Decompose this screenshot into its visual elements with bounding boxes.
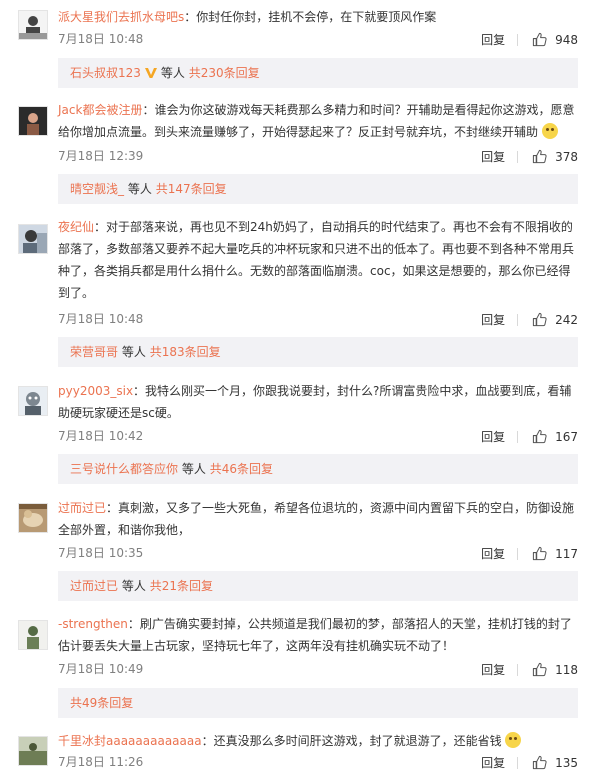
emoji-icon bbox=[505, 732, 522, 748]
comment-timestamp: 7月18日 10:35 bbox=[58, 546, 144, 560]
thumbs-up-icon bbox=[532, 546, 547, 561]
comment-text: ：你封任你封，挂机不会停，在下就要顶风作案 bbox=[184, 10, 437, 24]
reply-button[interactable]: 回复 bbox=[481, 31, 505, 48]
comment-username[interactable]: 夜纪仙 bbox=[58, 220, 94, 234]
reply-summary-total[interactable]: 共49条回复 bbox=[70, 696, 133, 710]
comment-actions: 回复 135 bbox=[481, 754, 578, 771]
comment-timestamp: 7月18日 10:48 bbox=[58, 312, 144, 326]
like-count: 378 bbox=[555, 149, 578, 164]
comment-body: 夜纪仙：对于部落来说，再也见不到24h奶妈了，自动捐兵的时代结束了。再也不会有不… bbox=[58, 216, 578, 304]
reply-summary[interactable]: 过而过已 等人 共21条回复 bbox=[58, 571, 578, 601]
comment-username[interactable]: pyy2003_six bbox=[58, 384, 133, 398]
reply-button[interactable]: 回复 bbox=[481, 661, 505, 678]
reply-summary-total[interactable]: 共183条回复 bbox=[150, 345, 221, 359]
comment-actions: 回复 167 bbox=[481, 428, 578, 445]
like-count: 117 bbox=[555, 546, 578, 561]
divider bbox=[517, 313, 519, 326]
reply-button[interactable]: 回复 bbox=[481, 148, 505, 165]
comment-body: 派大星我们去抓水母吧s：你封任你封，挂机不会停，在下就要顶风作案 bbox=[58, 6, 578, 28]
avatar[interactable] bbox=[18, 736, 48, 766]
thumbs-up-icon bbox=[532, 32, 547, 47]
like-button[interactable]: 117 bbox=[532, 546, 578, 561]
verified-badge-icon bbox=[144, 68, 157, 78]
reply-button[interactable]: 回复 bbox=[481, 311, 505, 328]
like-button[interactable]: 242 bbox=[532, 312, 578, 327]
reply-summary-total[interactable]: 共230条回复 bbox=[189, 66, 260, 80]
reply-summary-total[interactable]: 共46条回复 bbox=[210, 462, 273, 476]
reply-summary-mid: 等人 bbox=[121, 345, 146, 359]
comment-body: 千里冰封aaaaaaaaaaaaa：还真没那么多时间肝这游戏，封了就退游了，还能… bbox=[58, 730, 578, 752]
comment-username[interactable]: 派大星我们去抓水母吧s bbox=[58, 10, 184, 24]
divider bbox=[517, 663, 519, 676]
divider bbox=[517, 547, 519, 560]
comment-actions: 回复 242 bbox=[481, 311, 578, 328]
reply-summary[interactable]: 三号说什么都答应你 等人 共46条回复 bbox=[58, 454, 578, 484]
comment-text: ：还真没那么多时间肝这游戏，封了就退游了，还能省钱 bbox=[201, 734, 502, 748]
emoji-icon bbox=[541, 123, 558, 139]
comment-body: pyy2003_six：我特么刚买一个月，你跟我说要封，封什么?所谓富贵险中求，… bbox=[58, 380, 578, 424]
reply-summary[interactable]: 共49条回复 bbox=[58, 688, 578, 718]
reply-summary-mid: 等人 bbox=[127, 182, 152, 196]
like-button[interactable]: 948 bbox=[532, 32, 578, 47]
reply-summary-user[interactable]: 过而过已 bbox=[70, 579, 118, 593]
avatar[interactable] bbox=[18, 224, 48, 254]
reply-summary-user[interactable]: 石头叔叔123 bbox=[70, 66, 141, 80]
reply-summary-user[interactable]: 晴空靓浅_ bbox=[70, 182, 124, 196]
comment-timestamp: 7月18日 10:48 bbox=[58, 32, 144, 46]
comment-text: ：对于部落来说，再也见不到24h奶妈了，自动捐兵的时代结束了。再也不会有不限捐收… bbox=[58, 220, 575, 300]
avatar[interactable] bbox=[18, 503, 48, 533]
divider bbox=[517, 756, 519, 769]
reply-summary-total[interactable]: 共21条回复 bbox=[150, 579, 213, 593]
comment-username[interactable]: 过而过已 bbox=[58, 501, 106, 515]
comment-actions: 回复 118 bbox=[481, 661, 578, 678]
comment-username[interactable]: 千里冰封aaaaaaaaaaaaa bbox=[58, 734, 202, 748]
like-count: 948 bbox=[555, 32, 578, 47]
reply-button[interactable]: 回复 bbox=[481, 428, 505, 445]
avatar[interactable] bbox=[18, 386, 48, 416]
reply-button[interactable]: 回复 bbox=[481, 754, 505, 771]
like-count: 135 bbox=[555, 755, 578, 770]
thumbs-up-icon bbox=[532, 312, 547, 327]
comment-body: -strengthen：刷广告确实要封掉，公共频道是我们最初的梦，部落招人的天堂… bbox=[58, 613, 578, 657]
like-count: 242 bbox=[555, 312, 578, 327]
comment-text: ：刷广告确实要封掉，公共频道是我们最初的梦，部落招人的天堂，挂机打钱的封了估计要… bbox=[58, 617, 572, 653]
comment-actions: 回复 948 bbox=[481, 31, 578, 48]
comment-username[interactable]: -strengthen bbox=[58, 617, 128, 631]
divider bbox=[517, 430, 519, 443]
divider bbox=[517, 150, 519, 163]
comment-timestamp: 7月18日 12:39 bbox=[58, 149, 144, 163]
comment-text: ：真刺激，又多了一些大死鱼，希望各位退坑的，资源中间内置留下兵的空白，防御设施全… bbox=[58, 501, 575, 537]
reply-button[interactable]: 回复 bbox=[481, 545, 505, 562]
like-button[interactable]: 167 bbox=[532, 429, 578, 444]
comment-username[interactable]: Jack都会被注册 bbox=[58, 103, 142, 117]
comment-timestamp: 7月18日 10:49 bbox=[58, 662, 144, 676]
reply-summary-mid: 等人 bbox=[181, 462, 206, 476]
divider bbox=[517, 33, 519, 46]
reply-summary-user[interactable]: 荣营哥哥 bbox=[70, 345, 118, 359]
avatar[interactable] bbox=[18, 10, 48, 40]
comment-actions: 回复 378 bbox=[481, 148, 578, 165]
like-button[interactable]: 118 bbox=[532, 662, 578, 677]
thumbs-up-icon bbox=[532, 662, 547, 677]
like-count: 118 bbox=[555, 662, 578, 677]
reply-summary-mid: 等人 bbox=[121, 579, 146, 593]
like-count: 167 bbox=[555, 429, 578, 444]
reply-summary-mid: 等人 bbox=[160, 66, 185, 80]
reply-summary[interactable]: 石头叔叔123 等人 共230条回复 bbox=[58, 58, 578, 88]
thumbs-up-icon bbox=[532, 149, 547, 164]
thumbs-up-icon bbox=[532, 429, 547, 444]
comment-timestamp: 7月18日 10:42 bbox=[58, 429, 144, 443]
avatar[interactable] bbox=[18, 620, 48, 650]
reply-summary-user[interactable]: 三号说什么都答应你 bbox=[70, 462, 178, 476]
reply-summary-total[interactable]: 共147条回复 bbox=[156, 182, 227, 196]
avatar[interactable] bbox=[18, 106, 48, 136]
comment-body: Jack都会被注册：谁会为你这破游戏每天耗费那么多精力和时间？开辅助是看得起你这… bbox=[58, 99, 578, 143]
reply-summary[interactable]: 荣营哥哥 等人 共183条回复 bbox=[58, 337, 578, 367]
reply-summary[interactable]: 晴空靓浅_ 等人 共147条回复 bbox=[58, 174, 578, 204]
comment-body: 过而过已：真刺激，又多了一些大死鱼，希望各位退坑的，资源中间内置留下兵的空白，防… bbox=[58, 497, 578, 541]
comment-text: ：我特么刚买一个月，你跟我说要封，封什么?所谓富贵险中求，血战要到底，看辅助硬玩… bbox=[58, 384, 572, 420]
like-button[interactable]: 378 bbox=[532, 149, 578, 164]
comment-actions: 回复 117 bbox=[481, 545, 578, 562]
